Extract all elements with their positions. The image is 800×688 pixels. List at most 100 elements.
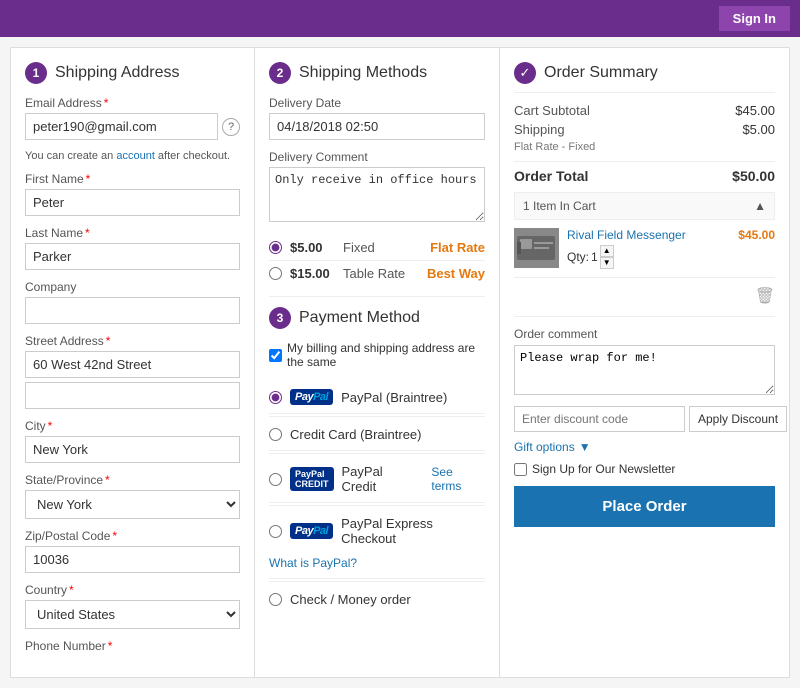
- delivery-comment-label: Delivery Comment: [269, 150, 485, 164]
- paypal-express-row: PayPal PayPal Express Checkout: [269, 516, 485, 546]
- company-input[interactable]: [25, 297, 240, 324]
- payment-credit-card: Credit Card (Braintree): [269, 419, 485, 451]
- city-input[interactable]: [25, 436, 240, 463]
- billing-same-checkbox[interactable]: [269, 349, 282, 362]
- order-comment-textarea[interactable]: Please wrap for me!: [514, 345, 775, 395]
- payment-credit-radio[interactable]: [269, 428, 282, 441]
- qty-up-button[interactable]: ▲: [600, 245, 614, 257]
- order-check-icon: ✓: [514, 62, 536, 84]
- email-help-icon[interactable]: ?: [222, 118, 240, 136]
- shipping-flat-type: Fixed: [343, 240, 422, 255]
- phone-group: Phone Number*: [25, 639, 240, 653]
- payment-paypal-express-radio[interactable]: [269, 525, 282, 538]
- billing-same-row: My billing and shipping address are the …: [269, 341, 485, 369]
- first-name-input[interactable]: [25, 189, 240, 216]
- cart-item: Rival Field Messenger $45.00 Qty: 1 ▲ ▼: [514, 228, 775, 278]
- gift-options-label: Gift options: [514, 440, 575, 454]
- order-comment-label: Order comment: [514, 327, 775, 341]
- shipping-row: Shipping $5.00: [514, 122, 775, 137]
- shipping-flat-radio[interactable]: [269, 241, 282, 254]
- place-order-button[interactable]: Place Order: [514, 486, 775, 527]
- city-group: City*: [25, 419, 240, 463]
- state-group: State/Province* New York: [25, 473, 240, 519]
- cart-subtotal-label: Cart Subtotal: [514, 103, 590, 118]
- first-name-label: First Name*: [25, 172, 240, 186]
- payment-method-heading: Payment Method: [299, 309, 420, 327]
- company-group: Company: [25, 280, 240, 324]
- delivery-date-label: Delivery Date: [269, 96, 485, 110]
- newsletter-row: Sign Up for Our Newsletter: [514, 462, 775, 476]
- shipping-address-panel: 1 Shipping Address Email Address* ? You …: [10, 47, 255, 678]
- payment-paypal-credit: PayPalCREDIT PayPal Credit See terms: [269, 456, 485, 503]
- zip-input[interactable]: [25, 546, 240, 573]
- step-2-badge: 2: [269, 62, 291, 84]
- gift-options-toggle[interactable]: Gift options ▼: [514, 440, 775, 454]
- cart-item-qty-value: 1: [591, 250, 598, 264]
- cart-subtotal-row: Cart Subtotal $45.00: [514, 103, 775, 118]
- paypal-credit-logo: PayPalCREDIT: [290, 467, 334, 491]
- last-name-input[interactable]: [25, 243, 240, 270]
- shipping-methods-section: 2 Shipping Methods Delivery Date Deliver…: [269, 62, 485, 286]
- shipping-label: Shipping: [514, 122, 565, 137]
- cart-item-qty-label: Qty:: [567, 250, 589, 264]
- payment-paypal-braintree: PayPal PayPal (Braintree): [269, 381, 485, 414]
- items-toggle-icon: ▲: [754, 199, 766, 213]
- state-select[interactable]: New York: [25, 490, 240, 519]
- step-3-badge: 3: [269, 307, 291, 329]
- phone-label: Phone Number*: [25, 639, 240, 653]
- payment-method-section: 3 Payment Method My billing and shipping…: [269, 307, 485, 615]
- delivery-date-group: Delivery Date: [269, 96, 485, 140]
- shipping-best-radio[interactable]: [269, 267, 282, 280]
- items-in-cart-toggle[interactable]: 1 Item In Cart ▲: [514, 192, 775, 220]
- qty-down-button[interactable]: ▼: [600, 257, 614, 269]
- shipping-address-heading: Shipping Address: [55, 64, 180, 82]
- create-account-link[interactable]: account: [116, 150, 155, 162]
- order-summary-panel: ✓ Order Summary Cart Subtotal $45.00 Shi…: [500, 47, 790, 678]
- payment-paypal-credit-radio[interactable]: [269, 473, 282, 486]
- delete-item-icon[interactable]: 🗑: [514, 286, 775, 306]
- see-terms-link[interactable]: See terms: [431, 465, 485, 493]
- paypal-express-label: PayPal Express Checkout: [341, 516, 485, 546]
- email-group: Email Address* ?: [25, 96, 240, 140]
- order-summary-title-row: ✓ Order Summary: [514, 62, 775, 93]
- newsletter-checkbox[interactable]: [514, 463, 527, 476]
- shipping-best-name: Best Way: [427, 266, 485, 281]
- order-total-value: $50.00: [732, 168, 775, 184]
- page-container: 1 Shipping Address Email Address* ? You …: [0, 37, 800, 688]
- cart-item-name: Rival Field Messenger: [567, 228, 686, 242]
- payment-check-radio[interactable]: [269, 593, 282, 606]
- email-row: ?: [25, 113, 240, 140]
- payment-paypal-express: PayPal PayPal Express Checkout What is P…: [269, 508, 485, 579]
- discount-input[interactable]: [514, 406, 685, 432]
- state-label: State/Province*: [25, 473, 240, 487]
- email-input[interactable]: [25, 113, 218, 140]
- what-paypal-link[interactable]: What is PayPal?: [269, 556, 357, 570]
- shipping-option-best: $15.00 Table Rate Best Way: [269, 261, 485, 286]
- sign-in-button[interactable]: Sign In: [719, 6, 790, 31]
- shipping-subtext: Flat Rate - Fixed: [514, 141, 775, 153]
- payment-paypal-radio[interactable]: [269, 391, 282, 404]
- zip-label: Zip/Postal Code*: [25, 529, 240, 543]
- cart-item-name-price-row: Rival Field Messenger $45.00: [567, 228, 775, 242]
- cart-item-details: Rival Field Messenger $45.00 Qty: 1 ▲ ▼: [567, 228, 775, 269]
- create-account-note: You can create an account after checkout…: [25, 150, 240, 162]
- street-group: Street Address*: [25, 334, 240, 409]
- country-select[interactable]: United States: [25, 600, 240, 629]
- shipping-value: $5.00: [742, 122, 775, 137]
- shipping-best-type: Table Rate: [343, 266, 419, 281]
- credit-card-label: Credit Card (Braintree): [290, 427, 422, 442]
- shipping-best-price: $15.00: [290, 266, 335, 281]
- delivery-date-input[interactable]: [269, 113, 485, 140]
- paypal-express-logo: PayPal: [290, 523, 333, 539]
- country-group: Country* United States: [25, 583, 240, 629]
- order-total-row: Order Total $50.00: [514, 161, 775, 184]
- delivery-comment-textarea[interactable]: Only receive in office hours: [269, 167, 485, 222]
- apply-discount-button[interactable]: Apply Discount: [689, 406, 787, 432]
- first-name-group: First Name*: [25, 172, 240, 216]
- street-input[interactable]: [25, 351, 240, 378]
- order-total-label: Order Total: [514, 168, 588, 184]
- street2-input[interactable]: [25, 382, 240, 409]
- gift-options-chevron: ▼: [579, 440, 591, 454]
- newsletter-label: Sign Up for Our Newsletter: [532, 462, 675, 476]
- qty-controls: ▲ ▼: [600, 245, 614, 269]
